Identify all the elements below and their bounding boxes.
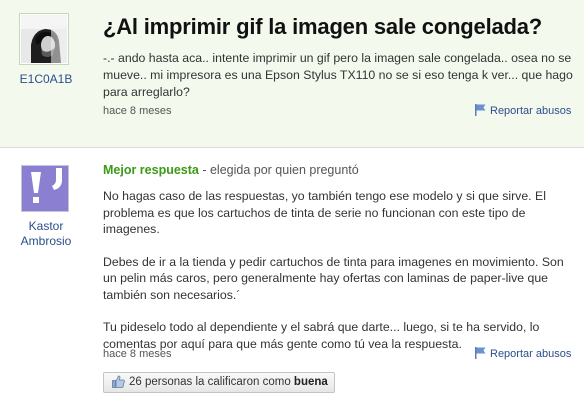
thumbs-up-icon — [112, 375, 125, 395]
exclamation-avatar-icon — [22, 166, 68, 211]
best-answer-heading: Mejor respuesta - elegida por quien preg… — [103, 163, 359, 177]
best-answer-note: - elegida por quien preguntó — [198, 163, 359, 177]
question-timestamp: hace 8 meses — [103, 105, 172, 117]
answer-paragraph: Debes de ir a la tienda y pedir cartucho… — [103, 254, 564, 302]
answerer-name-link[interactable]: Kastor Ambrosio — [14, 219, 78, 249]
flag-icon — [475, 104, 486, 119]
best-answer-label: Mejor respuesta — [103, 163, 199, 177]
answer-paragraph: No hagas caso de las respuestas, yo tamb… — [103, 189, 546, 236]
asker-avatar[interactable] — [19, 13, 69, 65]
asker-name-link[interactable]: E1C0A1B — [14, 72, 78, 86]
answerer-first-name: Kastor — [28, 219, 64, 233]
flag-icon — [475, 347, 486, 362]
question-body: -.- ando hasta aca.. intente imprimir un… — [103, 51, 573, 99]
section-divider — [0, 147, 584, 148]
answerer-last-name: Ambrosio — [20, 234, 72, 248]
question-section: E1C0A1B ¿Al imprimir gif la imagen sale … — [0, 0, 584, 147]
avatar-photo-icon — [21, 15, 67, 63]
question-title: ¿Al imprimir gif la imagen sale congelad… — [103, 14, 543, 39]
answer-body: No hagas caso de las respuestas, yo tamb… — [103, 188, 565, 368]
answer-report-label: Reportar abusos — [490, 348, 572, 360]
question-report-abuse-link[interactable]: Reportar abusos — [475, 104, 571, 119]
question-page: E1C0A1B ¿Al imprimir gif la imagen sale … — [0, 0, 584, 404]
question-report-label: Reportar abusos — [490, 105, 572, 117]
answerer-avatar[interactable] — [21, 165, 69, 212]
rating-text: 26 personas la calificaron como — [129, 376, 294, 388]
rating-value: buena — [293, 376, 328, 388]
answer-report-abuse-link[interactable]: Reportar abusos — [475, 347, 571, 362]
rating-button[interactable]: 26 personas la calificaron como buena — [103, 372, 335, 393]
answer-timestamp: hace 8 meses — [103, 348, 172, 360]
